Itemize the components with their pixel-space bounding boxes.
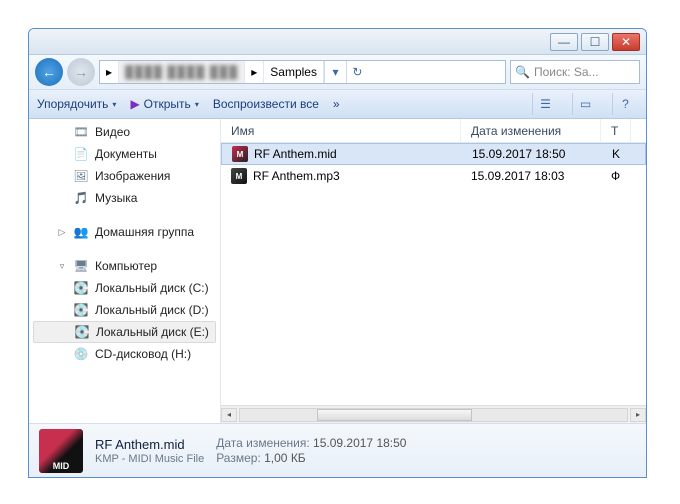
mp3-file-icon: M	[231, 168, 247, 184]
computer-icon: 🖥	[73, 258, 89, 274]
scroll-track[interactable]	[239, 408, 628, 422]
forward-button[interactable]: →	[67, 58, 95, 86]
sidebar-item-documents[interactable]: 📄Документы	[29, 143, 220, 165]
collapse-icon[interactable]: ▿	[57, 261, 67, 272]
column-name[interactable]: Имя	[221, 119, 461, 142]
open-button[interactable]: ▶ Открыть▾	[130, 97, 198, 111]
images-icon: 🖼	[73, 168, 89, 184]
sidebar-item-drive-c[interactable]: 💽Локальный диск (C:)	[29, 277, 220, 299]
breadcrumb-sep[interactable]: ▸	[245, 61, 264, 83]
column-headers: Имя Дата изменения Т	[221, 119, 646, 143]
file-type: Ф	[601, 169, 631, 183]
file-date: 15.09.2017 18:03	[461, 169, 601, 183]
maximize-button[interactable]: ☐	[581, 33, 609, 51]
address-bar[interactable]: ▸ ████ ████ ███ ▸ Samples ▾ ↻	[99, 60, 506, 84]
titlebar: — ☐ ✕	[29, 29, 646, 55]
details-date: 15.09.2017 18:50	[313, 436, 406, 450]
help-button[interactable]: ?	[612, 93, 638, 115]
refresh-button[interactable]: ↻	[346, 61, 368, 83]
music-icon: 🎵	[73, 190, 89, 206]
search-icon: 🔍	[515, 65, 530, 79]
sidebar-item-images[interactable]: 🖼Изображения	[29, 165, 220, 187]
explorer-window: — ☐ ✕ ← → ▸ ████ ████ ███ ▸ Samples ▾ ↻ …	[28, 28, 647, 478]
details-filename: RF Anthem.mid	[95, 437, 204, 452]
minimize-button[interactable]: —	[550, 33, 578, 51]
details-pane: MID RF Anthem.mid KMP - MIDI Music File …	[29, 423, 646, 477]
organize-button[interactable]: Упорядочить▾	[37, 97, 116, 111]
sidebar-item-drive-d[interactable]: 💽Локальный диск (D:)	[29, 299, 220, 321]
homegroup-icon: 👥	[73, 224, 89, 240]
more-button[interactable]: »	[333, 97, 340, 111]
breadcrumb-hidden[interactable]: ████ ████ ███	[119, 61, 245, 83]
back-button[interactable]: ←	[35, 58, 63, 86]
search-placeholder: Поиск: Sa...	[534, 65, 599, 79]
play-icon: ▶	[130, 97, 139, 111]
breadcrumb-root[interactable]: ▸	[100, 61, 119, 83]
details-size-label: Размер:	[216, 451, 261, 465]
drive-icon: 💽	[73, 280, 89, 296]
close-button[interactable]: ✕	[612, 33, 640, 51]
mid-file-icon: M	[232, 146, 248, 162]
body: 🎞Видео 📄Документы 🖼Изображения 🎵Музыка ▷…	[29, 119, 646, 423]
preview-pane-button[interactable]: ▭	[572, 93, 598, 115]
details-date-label: Дата изменения:	[216, 436, 310, 450]
file-name: RF Anthem.mp3	[253, 169, 340, 183]
file-name: RF Anthem.mid	[254, 147, 337, 161]
file-area: Имя Дата изменения Т M RF Anthem.mid 15.0…	[221, 119, 646, 423]
drive-icon: 💽	[74, 324, 90, 340]
breadcrumb-folder[interactable]: Samples	[264, 61, 324, 83]
breadcrumb-drop[interactable]: ▾	[324, 61, 346, 83]
sidebar-item-drive-e[interactable]: 💽Локальный диск (E:)	[33, 321, 216, 343]
file-row[interactable]: M RF Anthem.mp3 15.09.2017 18:03 Ф	[221, 165, 646, 187]
scroll-right-button[interactable]: ▸	[630, 408, 646, 422]
nav-row: ← → ▸ ████ ████ ███ ▸ Samples ▾ ↻ 🔍 Поис…	[29, 55, 646, 89]
column-type[interactable]: Т	[601, 119, 631, 142]
file-row[interactable]: M RF Anthem.mid 15.09.2017 18:50 K	[221, 143, 646, 165]
details-filetype: KMP - MIDI Music File	[95, 453, 204, 465]
documents-icon: 📄	[73, 146, 89, 162]
drive-icon: 💽	[73, 302, 89, 318]
details-size: 1,00 КБ	[264, 451, 306, 465]
scroll-left-button[interactable]: ◂	[221, 408, 237, 422]
sidebar-item-homegroup[interactable]: ▷👥Домашняя группа	[29, 221, 220, 243]
horizontal-scrollbar[interactable]: ◂ ▸	[221, 405, 646, 423]
file-preview-icon: MID	[39, 429, 83, 473]
sidebar-item-computer[interactable]: ▿🖥Компьютер	[29, 255, 220, 277]
sidebar-item-music[interactable]: 🎵Музыка	[29, 187, 220, 209]
column-date[interactable]: Дата изменения	[461, 119, 601, 142]
video-icon: 🎞	[73, 124, 89, 140]
play-all-button[interactable]: Воспроизвести все	[213, 97, 319, 111]
file-date: 15.09.2017 18:50	[462, 147, 602, 161]
expand-icon[interactable]: ▷	[57, 227, 67, 238]
sidebar: 🎞Видео 📄Документы 🖼Изображения 🎵Музыка ▷…	[29, 119, 221, 423]
toolbar: Упорядочить▾ ▶ Открыть▾ Воспроизвести вс…	[29, 89, 646, 119]
search-input[interactable]: 🔍 Поиск: Sa...	[510, 60, 640, 84]
sidebar-item-cd[interactable]: 💿CD-дисковод (H:)	[29, 343, 220, 365]
sidebar-item-video[interactable]: 🎞Видео	[29, 121, 220, 143]
cd-icon: 💿	[73, 346, 89, 362]
file-type: K	[602, 147, 632, 161]
view-button[interactable]: ☰	[532, 93, 558, 115]
scroll-thumb[interactable]	[317, 409, 472, 421]
